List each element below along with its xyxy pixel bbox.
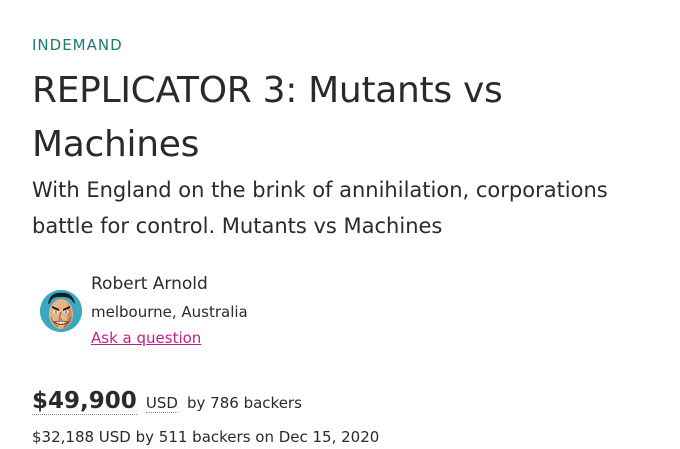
funding-summary: $49,900 USD by 786 backers [32,388,302,415]
indemand-badge: INDEMAND [32,36,123,54]
backers-count: by 786 backers [187,394,302,412]
creator-block: Robert Arnold melbourne, Australia Ask a… [32,272,432,352]
funding-amount: $49,900 [32,388,137,415]
funding-currency[interactable]: USD [145,394,178,413]
creator-avatar[interactable] [40,290,82,332]
prior-campaign-summary: $32,188 USD by 511 backers on Dec 15, 20… [32,428,380,446]
project-blurb: With England on the brink of annihilatio… [32,178,608,238]
creator-location: melbourne, Australia [91,303,248,321]
avatar-illustration [40,290,82,332]
creator-name[interactable]: Robert Arnold [91,274,208,294]
project-title: REPLICATOR 3: Mutants vs Machines [32,70,503,165]
ask-question-link[interactable]: Ask a question [91,329,201,347]
